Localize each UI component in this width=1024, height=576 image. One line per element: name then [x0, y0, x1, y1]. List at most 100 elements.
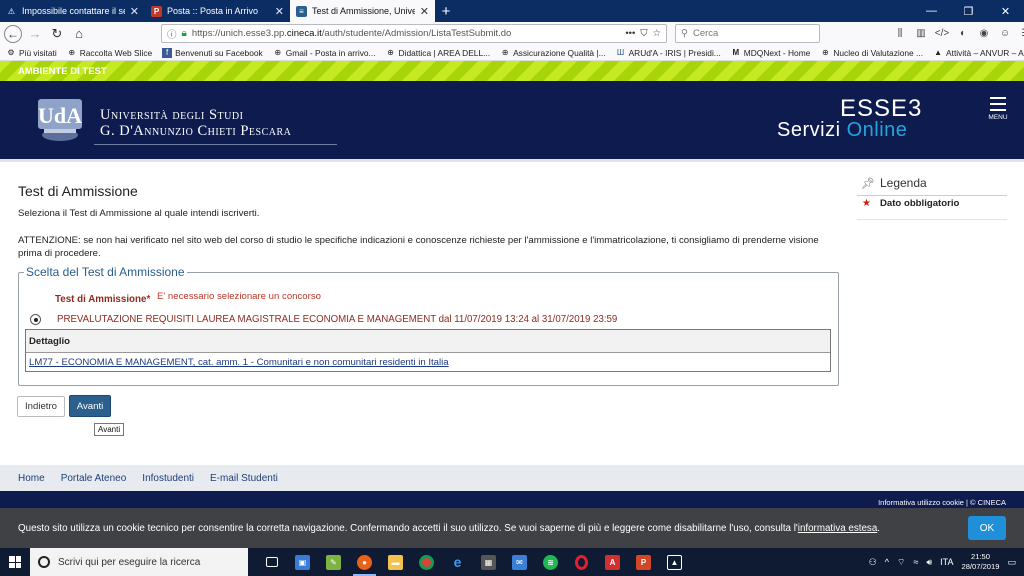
opera-icon[interactable] [566, 548, 597, 576]
globe-icon: ⊕ [274, 48, 282, 57]
info-icon[interactable]: ⓘ [167, 27, 177, 41]
cookie-policy-link[interactable]: informativa estesa [798, 523, 878, 534]
extension-icon[interactable]: ◐ [956, 24, 970, 42]
acrobat-icon[interactable]: A [597, 548, 628, 576]
bookmark-label: Attività – ANVUR – Ag... [946, 47, 1024, 58]
developer-icon[interactable]: </> [935, 24, 949, 42]
bookmark-item[interactable]: ⊕ Raccolta Web Slice [67, 48, 152, 58]
bookmark-item[interactable]: M MDQNext - Home [731, 48, 810, 58]
hamburger-menu-icon[interactable]: ☰ [1019, 24, 1024, 42]
firefox-icon[interactable]: ● [349, 548, 380, 576]
language-indicator[interactable]: ITA [940, 557, 953, 567]
taskbar-search-placeholder: Scrivi qui per eseguire la ricerca [58, 556, 201, 568]
cookie-ok-button[interactable]: OK [968, 516, 1006, 540]
library-icon[interactable]: ⫼ [893, 24, 907, 42]
bookmark-item[interactable]: ⊕ Assicurazione Qualità |... [500, 47, 606, 58]
search-box[interactable]: ⚲ Cerca [675, 24, 820, 43]
tab-title: Test di Ammissione, Università [312, 6, 415, 16]
window-controls: — ❐ ✕ [913, 0, 1024, 22]
browser-tab-mail[interactable]: P Posta :: Posta in Arrivo ✕ [145, 0, 290, 22]
bookmark-label: Assicurazione Qualità |... [513, 47, 606, 58]
pocket-icon[interactable]: ⛉ [640, 28, 647, 39]
close-tab-icon[interactable]: ✕ [420, 5, 429, 18]
globe-icon: ⊕ [387, 48, 394, 57]
footer-link-home[interactable]: Home [18, 473, 45, 484]
chrome-icon[interactable] [411, 548, 442, 576]
legend-divider [857, 219, 1007, 220]
bookmark-item[interactable]: f Benvenuti su Facebook [162, 47, 263, 58]
globe-icon: ⊕ [821, 48, 829, 57]
file-explorer-icon[interactable]: ▬ [380, 548, 411, 576]
notes-app-icon[interactable]: ✎ [318, 548, 349, 576]
bookmark-item[interactable]: ⊕ Nucleo di Valutazione ... [820, 48, 923, 58]
footer-link-portale-ateneo[interactable]: Portale Ateneo [61, 473, 127, 484]
home-icon[interactable]: ⌂ [70, 25, 88, 43]
close-tab-icon[interactable]: ✕ [130, 5, 139, 18]
cookie-text-main: Questo sito utilizza un cookie tecnico p… [18, 522, 798, 534]
url-text[interactable]: https://unich.esse3.pp.cineca.it/auth/st… [192, 28, 621, 39]
sidebar-icon[interactable]: ▥ [914, 24, 928, 42]
forward-arrow-icon[interactable]: → [26, 25, 44, 43]
warning-icon: ⚠ [7, 6, 16, 16]
bookmark-item[interactable]: Ш ARUd'A - IRIS | Presidi... [616, 48, 721, 58]
next-button-tooltip: Avanti [94, 423, 125, 436]
edge-icon[interactable]: e [442, 548, 473, 576]
system-tray: ⚇ ^ ⌔ ≈ 🔊︎ ITA 21:50 28/07/2019 ▭ [869, 552, 1024, 572]
taskbar-search[interactable]: Scrivi qui per eseguire la ricerca [30, 548, 248, 576]
bookmark-item[interactable]: ⊕ Didattica | AREA DELL... [386, 48, 490, 58]
admission-test-radio[interactable] [30, 314, 41, 325]
people-icon[interactable]: ⚇ [869, 557, 877, 568]
clock[interactable]: 21:50 28/07/2019 [961, 552, 999, 572]
legend-divider [857, 195, 1007, 196]
close-tab-icon[interactable]: ✕ [275, 5, 284, 18]
iris-icon: Ш [616, 48, 625, 57]
bookmark-star-icon[interactable]: ☆ [652, 28, 661, 39]
reload-icon[interactable]: ↻ [48, 25, 66, 43]
notification-icon[interactable]: ▭ [1007, 557, 1016, 568]
back-button[interactable]: Indietro [17, 396, 65, 417]
gear-icon: ⚙ [7, 48, 15, 57]
wifi-icon[interactable]: ≈ [914, 557, 919, 567]
store-icon[interactable]: ▣ [287, 548, 318, 576]
browser-tab-server-error[interactable]: ⚠ Impossibile contattare il server ✕ [0, 0, 145, 22]
mdq-icon: M [732, 48, 740, 57]
cookie-text: Questo sito utilizza un cookie tecnico p… [18, 523, 880, 534]
page-actions-icon[interactable]: ••• [625, 28, 635, 39]
address-bar[interactable]: ⓘ 🔒︎ https://unich.esse3.pp.cineca.it/au… [161, 24, 667, 43]
university-logo-icon[interactable]: UdA [34, 93, 86, 145]
anvur-icon: ▲ [934, 48, 942, 57]
task-view-icon[interactable] [256, 548, 287, 576]
toolbar-icons: ⫼ ▥ </> ◐ ◉ ☺ ☰ [893, 24, 1024, 42]
cookie-policy-cineca-link[interactable]: Informativa utilizzo cookie | © CINECA [878, 498, 1006, 507]
extension-icon[interactable]: ◉ [977, 24, 991, 42]
url-domain: cineca.it [286, 28, 322, 39]
next-button[interactable]: Avanti [69, 395, 111, 417]
admission-test-option-label[interactable]: PREVALUTAZIONE REQUISITI LAUREA MAGISTRA… [57, 314, 617, 325]
calculator-icon[interactable]: ▦ [473, 548, 504, 576]
page-icon: ≡ [296, 5, 307, 17]
browser-tab-admission[interactable]: ≡ Test di Ammissione, Università ✕ [290, 0, 435, 22]
network-icon[interactable]: ⌔ [897, 557, 905, 568]
chevron-up-icon[interactable]: ^ [885, 557, 889, 567]
close-window-icon[interactable]: ✕ [987, 0, 1024, 22]
spotify-icon[interactable]: ≋ [535, 548, 566, 576]
start-button[interactable] [0, 548, 30, 576]
menu-button[interactable]: MENU [986, 97, 1010, 127]
bookmark-item[interactable]: ▲ Attività – ANVUR – Ag... [933, 48, 1024, 58]
warning-text: ATTENZIONE: se non hai verificato nel si… [18, 235, 819, 259]
minimize-icon[interactable]: — [913, 0, 950, 22]
bookmark-item[interactable]: ⊕ Gmail - Posta in arrivo... [273, 48, 375, 58]
restore-icon[interactable]: ❐ [950, 0, 987, 22]
back-arrow-icon[interactable]: ← [4, 24, 22, 43]
account-icon[interactable]: ☺ [998, 24, 1012, 42]
powerpoint-icon[interactable]: P [628, 548, 659, 576]
footer-link-infostudenti[interactable]: Infostudenti [142, 473, 194, 484]
new-tab-button[interactable]: + [435, 0, 457, 22]
photos-icon[interactable]: ▲ [659, 548, 690, 576]
mail-app-icon[interactable]: ✉ [504, 548, 535, 576]
volume-icon[interactable]: 🔊︎ [926, 557, 932, 568]
footer-link-email-studenti[interactable]: E-mail Studenti [210, 473, 278, 484]
bookmark-item[interactable]: ⚙ Più visitati [6, 48, 56, 58]
course-detail-link[interactable]: LM77 - ECONOMIA E MANAGEMENT, cat. amm. … [29, 357, 449, 368]
site-header: UdA Università degli Studi G. D'Annunzio… [0, 81, 1024, 159]
